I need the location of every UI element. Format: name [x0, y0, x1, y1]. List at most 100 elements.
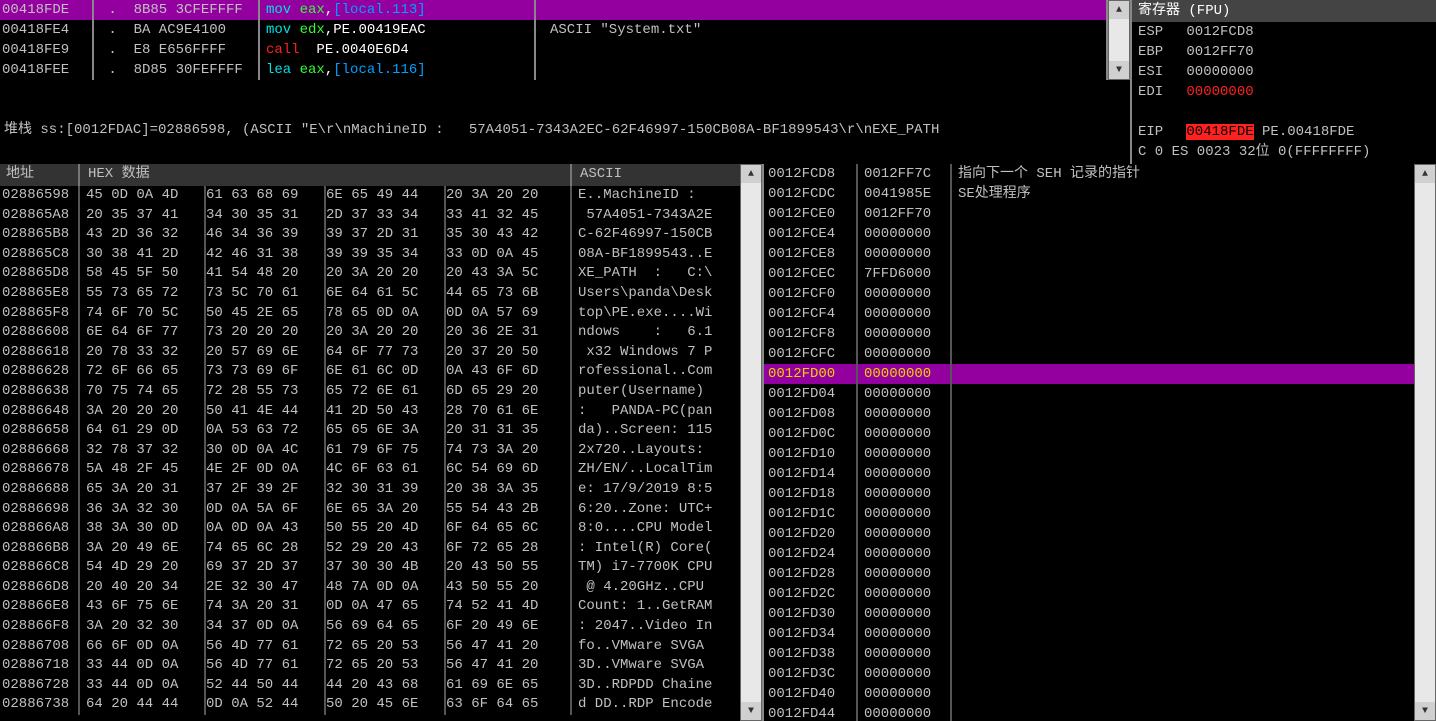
scroll-down-icon[interactable]: ▼	[1109, 61, 1129, 79]
hex-ascii: 3D..RDPDD Chaine	[572, 676, 762, 696]
stack-address: 0012FCF4	[764, 304, 858, 324]
stack-scrollbar[interactable]: ▲ ▼	[1414, 164, 1436, 721]
stack-row[interactable]: 0012FCD80012FF7C指向下一个 SEH 记录的指针	[764, 164, 1436, 184]
stack-row[interactable]: 0012FCEC7FFD6000	[764, 264, 1436, 284]
disasm-address: 00418FE4	[0, 20, 94, 40]
hex-row[interactable]: 028865F874 6F 70 5C 50 45 2E 65 78 65 0D…	[0, 304, 762, 324]
hex-row[interactable]: 028866F83A 20 32 30 34 37 0D 0A 56 69 64…	[0, 617, 762, 637]
hex-row[interactable]: 0288671833 44 0D 0A 56 4D 77 61 72 65 20…	[0, 656, 762, 676]
stack-row[interactable]: 0012FCFC00000000	[764, 344, 1436, 364]
register-line[interactable]	[1132, 102, 1436, 122]
stack-address: 0012FD28	[764, 564, 858, 584]
hex-row[interactable]: 028866483A 20 20 20 50 41 4E 44 41 2D 50…	[0, 402, 762, 422]
scroll-up-icon[interactable]: ▲	[1109, 1, 1129, 19]
disassembly-pane[interactable]: 00418FDE . 8B85 3CFEFFFFmov eax,[local.1…	[0, 0, 1108, 80]
stack-row[interactable]: 0012FD3800000000	[764, 644, 1436, 664]
stack-row[interactable]: 0012FCE00012FF70	[764, 204, 1436, 224]
stack-comment: 指向下一个 SEH 记录的指针	[952, 164, 1436, 184]
stack-row[interactable]: 0012FD4400000000	[764, 704, 1436, 721]
stack-row[interactable]: 0012FD2800000000	[764, 564, 1436, 584]
stack-pane[interactable]: 0012FCD80012FF7C指向下一个 SEH 记录的指针0012FCDC0…	[762, 164, 1436, 721]
hex-row[interactable]: 028865B843 2D 36 32 46 34 36 39 39 37 2D…	[0, 225, 762, 245]
stack-row[interactable]: 0012FD4000000000	[764, 684, 1436, 704]
stack-value: 7FFD6000	[858, 264, 952, 284]
stack-row[interactable]: 0012FCE800000000	[764, 244, 1436, 264]
hex-dump-pane[interactable]: 地址 HEX 数据 ASCII 0288659845 0D 0A 4D 61 6…	[0, 164, 762, 721]
hex-row[interactable]: 028865D858 45 5F 50 41 54 48 20 20 3A 20…	[0, 264, 762, 284]
stack-row[interactable]: 0012FD0000000000	[764, 364, 1436, 384]
hex-row[interactable]: 028866E843 6F 75 6E 74 3A 20 31 0D 0A 47…	[0, 597, 762, 617]
hex-row[interactable]: 028866C854 4D 29 20 69 37 2D 37 37 30 30…	[0, 558, 762, 578]
hex-row[interactable]: 0288670866 6F 0D 0A 56 4D 77 61 72 65 20…	[0, 637, 762, 657]
stack-row[interactable]: 0012FD1800000000	[764, 484, 1436, 504]
register-line[interactable]: EIP 00418FDE PE.00418FDE	[1132, 122, 1436, 142]
stack-row[interactable]: 0012FD0800000000	[764, 404, 1436, 424]
hex-row[interactable]: 028866785A 48 2F 45 4E 2F 0D 0A 4C 6F 63…	[0, 460, 762, 480]
hex-row[interactable]: 028866086E 64 6F 77 73 20 20 20 20 3A 20…	[0, 323, 762, 343]
disasm-comment	[536, 0, 1106, 20]
hex-row[interactable]: 028866D820 40 20 34 2E 32 30 47 48 7A 0D…	[0, 578, 762, 598]
hex-row[interactable]: 0288666832 78 37 32 30 0D 0A 4C 61 79 6F…	[0, 441, 762, 461]
disasm-scrollbar[interactable]: ▲ ▼	[1108, 0, 1130, 80]
scroll-track[interactable]	[1109, 19, 1129, 61]
stack-row[interactable]: 0012FD3400000000	[764, 624, 1436, 644]
hex-row[interactable]: 0288663870 75 74 65 72 28 55 73 65 72 6E…	[0, 382, 762, 402]
stack-row[interactable]: 0012FD0400000000	[764, 384, 1436, 404]
hex-address: 02886688	[0, 480, 80, 500]
register-line[interactable]: EBP 0012FF70	[1132, 42, 1436, 62]
stack-row[interactable]: 0012FCF800000000	[764, 324, 1436, 344]
hex-row[interactable]: 0288665864 61 29 0D 0A 53 63 72 65 65 6E…	[0, 421, 762, 441]
hex-row[interactable]: 0288669836 3A 32 30 0D 0A 5A 6F 6E 65 3A…	[0, 500, 762, 520]
stack-row[interactable]: 0012FD3C00000000	[764, 664, 1436, 684]
hex-row[interactable]: 028865A820 35 37 41 34 30 35 31 2D 37 33…	[0, 206, 762, 226]
hex-ascii: x32 Windows 7 P	[572, 343, 762, 363]
stack-row[interactable]: 0012FD0C00000000	[764, 424, 1436, 444]
stack-row[interactable]: 0012FD2C00000000	[764, 584, 1436, 604]
stack-row[interactable]: 0012FD1000000000	[764, 444, 1436, 464]
stack-row[interactable]: 0012FCE400000000	[764, 224, 1436, 244]
stack-row[interactable]: 0012FD3000000000	[764, 604, 1436, 624]
scroll-down-icon[interactable]: ▼	[741, 702, 761, 720]
hex-row[interactable]: 028866B83A 20 49 6E 74 65 6C 28 52 29 20…	[0, 539, 762, 559]
disasm-address: 00418FDE	[0, 0, 94, 20]
stack-row[interactable]: 0012FCF400000000	[764, 304, 1436, 324]
hex-row[interactable]: 0288668865 3A 20 31 37 2F 39 2F 32 30 31…	[0, 480, 762, 500]
hex-bytes: 64 61 29 0D 0A 53 63 72 65 65 6E 3A 20 3…	[80, 421, 572, 441]
stack-row[interactable]: 0012FD2400000000	[764, 544, 1436, 564]
hex-address: 02886698	[0, 500, 80, 520]
stack-row[interactable]: 0012FCF000000000	[764, 284, 1436, 304]
hex-row[interactable]: 0288673864 20 44 44 0D 0A 52 44 50 20 45…	[0, 695, 762, 715]
register-line[interactable]: ESI 00000000	[1132, 62, 1436, 82]
register-line[interactable]: ESP 0012FCD8	[1132, 22, 1436, 42]
stack-address: 0012FD08	[764, 404, 858, 424]
hex-row[interactable]: 028866A838 3A 30 0D 0A 0D 0A 43 50 55 20…	[0, 519, 762, 539]
register-line[interactable]: EDI 00000000	[1132, 82, 1436, 102]
scroll-track[interactable]	[741, 183, 761, 702]
disasm-row[interactable]: 00418FE9 . E8 E656FFFFcall PE.0040E6D4	[0, 40, 1106, 60]
stack-row[interactable]: 0012FD1400000000	[764, 464, 1436, 484]
hex-address: 02886598	[0, 186, 80, 206]
hex-row[interactable]: 028865C830 38 41 2D 42 46 31 38 39 39 35…	[0, 245, 762, 265]
hex-bytes: 20 78 33 32 20 57 69 6E 64 6F 77 73 20 3…	[80, 343, 572, 363]
registers-pane[interactable]: 寄存器 (FPU) ESP 0012FCD8EBP 0012FF70ESI 00…	[1130, 0, 1436, 164]
scroll-down-icon[interactable]: ▼	[1415, 702, 1435, 720]
scroll-track[interactable]	[1415, 183, 1435, 702]
scroll-up-icon[interactable]: ▲	[741, 165, 761, 183]
hex-row[interactable]: 0288672833 44 0D 0A 52 44 50 44 44 20 43…	[0, 676, 762, 696]
hex-ascii: e: 17/9/2019 8:5	[572, 480, 762, 500]
disasm-row[interactable]: 00418FEE . 8D85 30FEFFFFlea eax,[local.1…	[0, 60, 1106, 80]
hex-row[interactable]: 0288662872 6F 66 65 73 73 69 6F 6E 61 6C…	[0, 362, 762, 382]
stack-row[interactable]: 0012FD1C00000000	[764, 504, 1436, 524]
disasm-row[interactable]: 00418FDE . 8B85 3CFEFFFFmov eax,[local.1…	[0, 0, 1106, 20]
stack-row[interactable]: 0012FD2000000000	[764, 524, 1436, 544]
hex-scrollbar[interactable]: ▲ ▼	[740, 164, 762, 721]
hex-row[interactable]: 028865E855 73 65 72 73 5C 70 61 6E 64 61…	[0, 284, 762, 304]
stack-row[interactable]: 0012FCDC0041985ESE处理程序	[764, 184, 1436, 204]
hex-row[interactable]: 0288661820 78 33 32 20 57 69 6E 64 6F 77…	[0, 343, 762, 363]
hex-row[interactable]: 0288659845 0D 0A 4D 61 63 68 69 6E 65 49…	[0, 186, 762, 206]
stack-comment	[952, 544, 1436, 564]
hex-address: 028866B8	[0, 539, 80, 559]
disasm-row[interactable]: 00418FE4 . BA AC9E4100mov edx,PE.00419EA…	[0, 20, 1106, 40]
scroll-up-icon[interactable]: ▲	[1415, 165, 1435, 183]
hex-ascii: da)..Screen: 115	[572, 421, 762, 441]
